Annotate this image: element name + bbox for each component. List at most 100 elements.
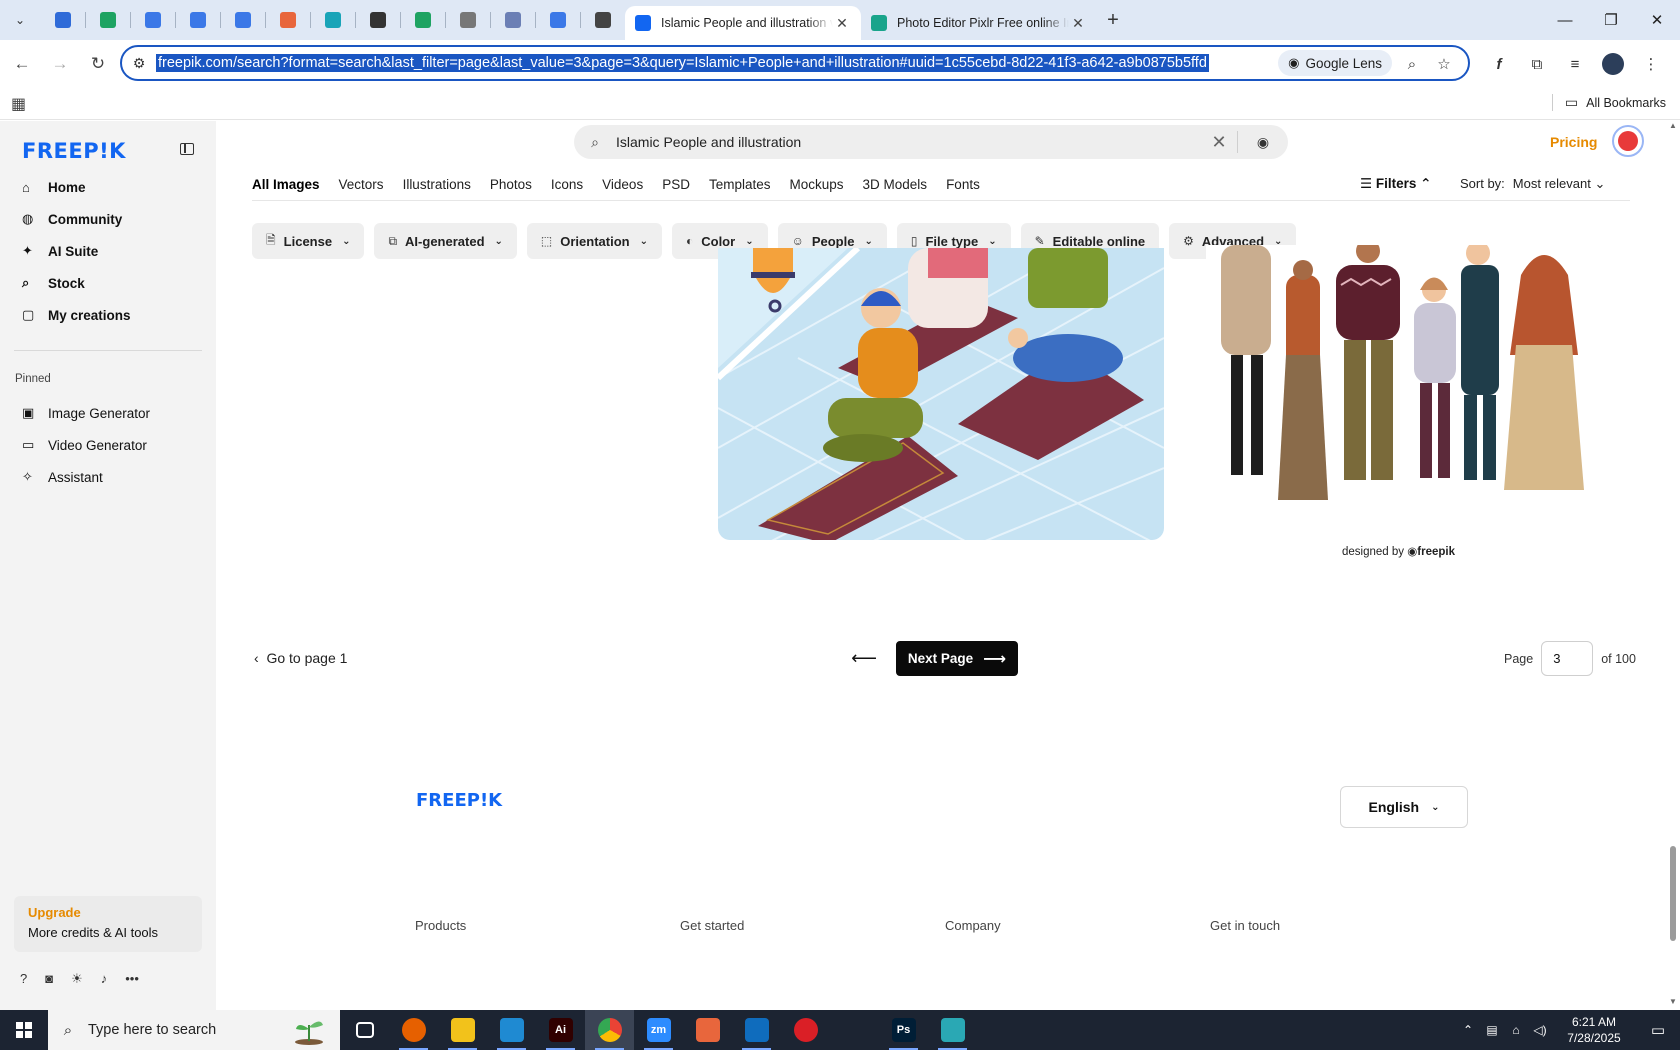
- back-button[interactable]: ←: [6, 48, 38, 80]
- tab-3d-models[interactable]: 3D Models: [863, 177, 928, 192]
- clock[interactable]: 6:21 AM 7/28/2025: [1552, 1014, 1636, 1046]
- sidebar-collapse-icon[interactable]: [180, 143, 194, 155]
- filter-orientation[interactable]: ⬚ Orientation ⌄: [526, 223, 662, 259]
- wifi-icon[interactable]: ⌂: [1504, 1023, 1528, 1037]
- scroll-down-icon[interactable]: ▼: [1669, 997, 1677, 1006]
- filter-license[interactable]: 🗎 License ⌄: [252, 223, 365, 259]
- scrollbar-thumb[interactable]: [1670, 846, 1676, 941]
- upgrade-card[interactable]: Upgrade More credits & AI tools: [14, 896, 202, 952]
- tab-vectors[interactable]: Vectors: [339, 177, 384, 192]
- taskbar-chrome[interactable]: [585, 1010, 634, 1050]
- site-info-icon[interactable]: ⚙: [122, 55, 156, 72]
- discord-icon[interactable]: ◙: [45, 971, 53, 987]
- qr-tab[interactable]: [490, 0, 535, 40]
- tab-illustrations[interactable]: Illustrations: [403, 177, 471, 192]
- taskbar-outlook[interactable]: [732, 1010, 781, 1050]
- taskbar-pen-app[interactable]: [830, 1010, 879, 1050]
- freepik-logo[interactable]: FREEP!K: [22, 139, 126, 163]
- taskbar-task-view[interactable]: [340, 1010, 389, 1050]
- pricing-link[interactable]: Pricing: [1550, 134, 1597, 150]
- taskbar-creative-cloud[interactable]: [781, 1010, 830, 1050]
- sidebar-item-ai-suite[interactable]: ✦ AI Suite: [14, 235, 204, 267]
- docs-tab-3[interactable]: [220, 0, 265, 40]
- new-tab-button[interactable]: +: [1097, 9, 1129, 32]
- docs-tab-1[interactable]: [130, 0, 175, 40]
- apps-grid-icon[interactable]: ▦: [11, 94, 26, 114]
- tab-psd[interactable]: PSD: [662, 177, 690, 192]
- url-text[interactable]: freepik.com/search?format=search&last_fi…: [156, 54, 1209, 72]
- volume-icon[interactable]: ◁): [1528, 1023, 1552, 1037]
- scroll-up-icon[interactable]: ▲: [1669, 121, 1677, 130]
- address-bar[interactable]: ⚙ freepik.com/search?format=search&last_…: [120, 45, 1470, 81]
- taskbar-diamond-app[interactable]: [928, 1010, 977, 1050]
- sidebar-item-community[interactable]: ◍ Community: [14, 203, 204, 235]
- taskbar-file-explorer[interactable]: [438, 1010, 487, 1050]
- sidebar-item-home[interactable]: ⌂ Home: [14, 171, 204, 203]
- bell-icon[interactable]: ♪: [101, 971, 108, 987]
- pinned-item-assistant[interactable]: ✧ Assistant: [14, 461, 204, 493]
- wp-tab[interactable]: [40, 0, 85, 40]
- minimize-button[interactable]: —: [1542, 0, 1588, 40]
- network-icon[interactable]: ▤: [1480, 1023, 1504, 1037]
- restore-button[interactable]: ❐: [1588, 0, 1634, 40]
- media-icon[interactable]: ≡: [1556, 48, 1594, 80]
- profile-avatar[interactable]: [1602, 53, 1624, 75]
- docs-tab-2[interactable]: [175, 0, 220, 40]
- search-input[interactable]: Islamic People and illustration: [616, 134, 1201, 150]
- forward-button[interactable]: →: [44, 48, 76, 80]
- forms-tab[interactable]: [535, 0, 580, 40]
- tab-photos[interactable]: Photos: [490, 177, 532, 192]
- bookmark-star-icon[interactable]: ☆: [1428, 50, 1460, 78]
- reload-button[interactable]: ↻: [82, 48, 114, 80]
- prayer-illustration-image[interactable]: [718, 248, 1164, 540]
- filter-ai-generated[interactable]: ⧉ AI-generated ⌄: [374, 223, 517, 259]
- pinned-item-image-generator[interactable]: ▣ Image Generator: [14, 397, 204, 429]
- tab-search-button[interactable]: ⌄: [6, 6, 34, 34]
- notification-icon[interactable]: ▭: [1636, 1021, 1680, 1039]
- tab-fonts[interactable]: Fonts: [946, 177, 980, 192]
- sidebar-item-stock[interactable]: ⌕ Stock: [14, 267, 204, 299]
- help-icon[interactable]: ?: [20, 971, 27, 987]
- taskbar-illustrator[interactable]: Ai: [536, 1010, 585, 1050]
- tab-close-icon[interactable]: ✕: [833, 15, 851, 32]
- pinned-item-video-generator[interactable]: ▭ Video Generator: [14, 429, 204, 461]
- clear-search-icon[interactable]: ✕: [1201, 132, 1237, 153]
- theme-icon[interactable]: ☀: [71, 971, 83, 987]
- pattern-tab[interactable]: [265, 0, 310, 40]
- start-button[interactable]: [0, 1010, 48, 1050]
- tab-mockups[interactable]: Mockups: [790, 177, 844, 192]
- sheets-tab-1[interactable]: [85, 0, 130, 40]
- muslim-people-illustration-image[interactable]: [1206, 239, 1626, 507]
- close-window-button[interactable]: ✕: [1634, 0, 1680, 40]
- tab-videos[interactable]: Videos: [602, 177, 643, 192]
- all-bookmarks-button[interactable]: ▭ All Bookmarks: [1551, 94, 1666, 111]
- go-to-first-page-link[interactable]: ‹ Go to page 1: [254, 650, 347, 666]
- font-extension-icon[interactable]: f: [1480, 48, 1518, 80]
- tab-freepik[interactable]: Islamic People and illustration vectors …: [625, 6, 861, 40]
- sidebar-item-my-creations[interactable]: ▢ My creations: [14, 299, 204, 331]
- filters-button[interactable]: ☰ Filters ⌃: [1360, 176, 1431, 192]
- globe-tab[interactable]: [445, 0, 490, 40]
- tab-close-icon[interactable]: ✕: [1069, 15, 1087, 32]
- sheets-tab-2[interactable]: [400, 0, 445, 40]
- camera-search-icon[interactable]: ◉: [1238, 134, 1288, 151]
- tab-pixlr[interactable]: Photo Editor Pixlr Free online Image ✕: [861, 6, 1097, 40]
- more-icon[interactable]: •••: [125, 971, 139, 987]
- sort-dropdown[interactable]: Sort by: Most relevant ⌄: [1460, 176, 1605, 192]
- footer-logo[interactable]: FREEP!K: [416, 790, 502, 811]
- taskbar-vscode[interactable]: [487, 1010, 536, 1050]
- next-page-button[interactable]: Next Page ⟶: [896, 641, 1018, 676]
- google-lens-button[interactable]: ◉ Google Lens: [1278, 50, 1392, 76]
- tray-chevron-icon[interactable]: ⌃: [1456, 1023, 1480, 1037]
- taskbar-search[interactable]: ⌕ Type here to search: [48, 1010, 340, 1050]
- openai-tab[interactable]: [355, 0, 400, 40]
- vertical-scrollbar[interactable]: ▲ ▼: [1666, 121, 1680, 1010]
- previous-page-button[interactable]: ⟵: [846, 641, 882, 675]
- tab-icons[interactable]: Icons: [551, 177, 583, 192]
- menu-icon[interactable]: ⋮: [1632, 48, 1670, 80]
- taskbar-photoshop[interactable]: Ps: [879, 1010, 928, 1050]
- taskbar-zoom[interactable]: zm: [634, 1010, 683, 1050]
- user-avatar[interactable]: [1612, 125, 1644, 157]
- search-bar[interactable]: ⌕ Islamic People and illustration ✕ ◉: [574, 125, 1288, 159]
- language-select[interactable]: English ⌄: [1340, 786, 1468, 828]
